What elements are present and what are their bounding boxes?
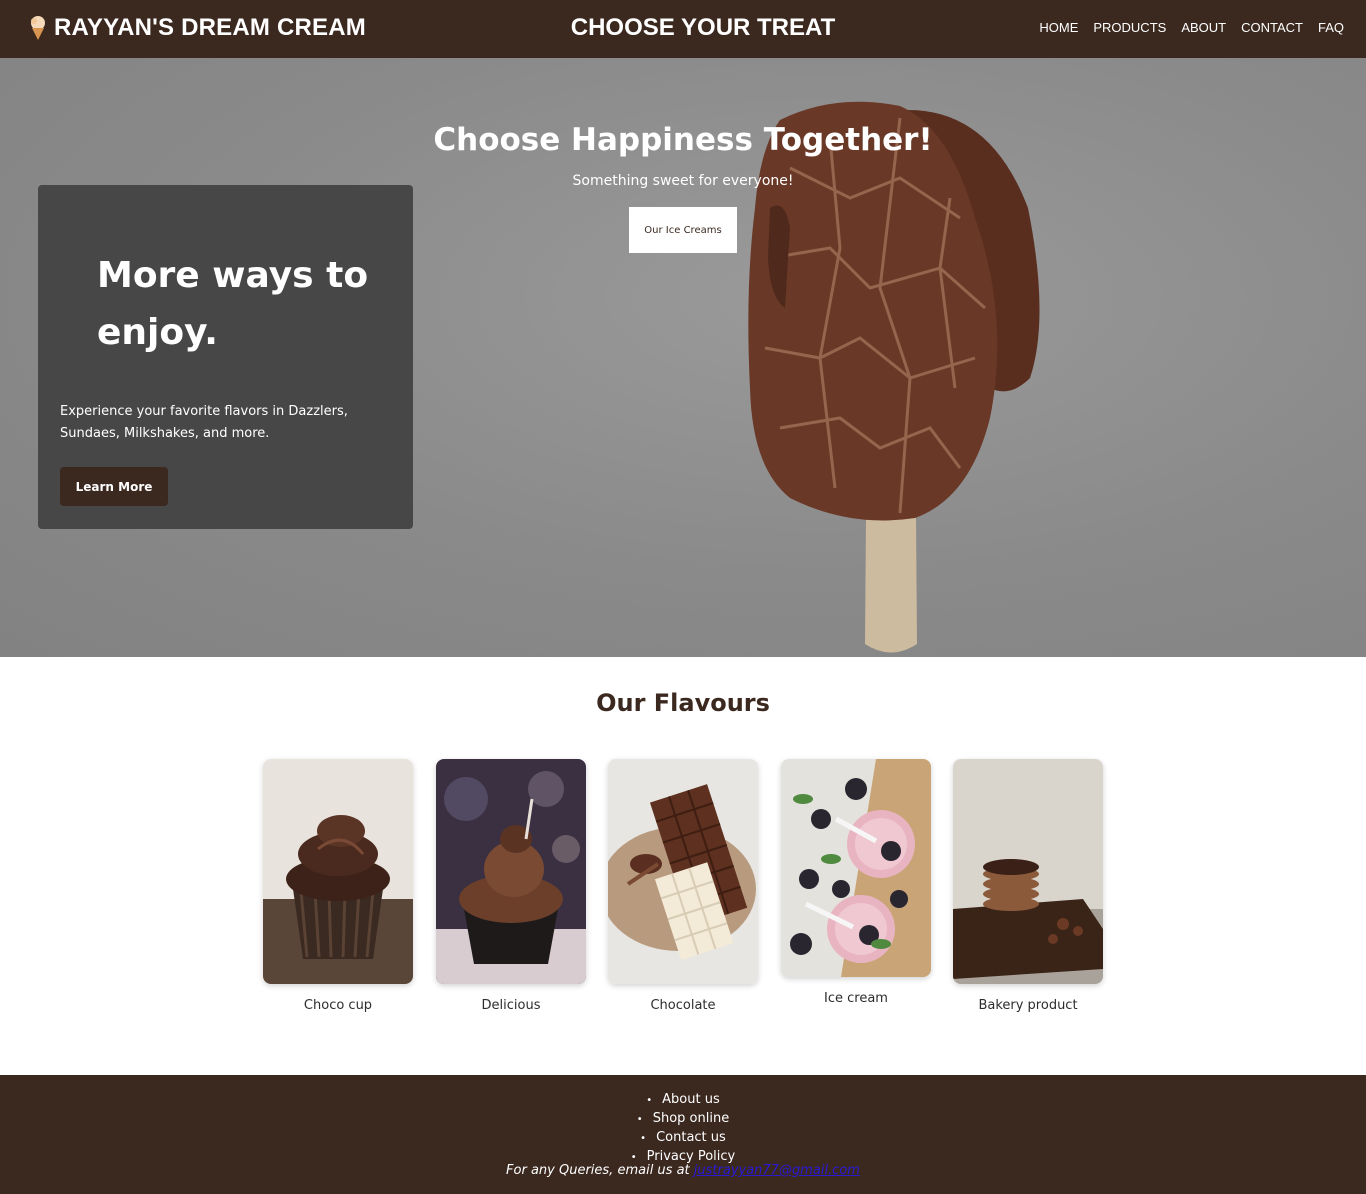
brand-name: RAYYAN'S DREAM CREAM <box>54 14 366 41</box>
flavour-card[interactable]: Bakery product <box>953 759 1103 1013</box>
nav-link-about[interactable]: ABOUT <box>1181 20 1226 35</box>
flavour-card[interactable]: Delicious <box>436 759 586 1013</box>
page-heading: CHOOSE YOUR TREAT <box>570 14 836 41</box>
footer-link-about[interactable]: About us <box>0 1091 1366 1110</box>
top-navbar: RAYYAN'S DREAM CREAM CHOOSE YOUR TREAT H… <box>0 0 1366 58</box>
nav-link-home[interactable]: HOME <box>1039 20 1078 35</box>
flavour-label: Chocolate <box>650 998 716 1013</box>
footer-link-shop[interactable]: Shop online <box>0 1110 1366 1129</box>
flavour-label: Ice cream <box>824 991 888 1006</box>
chocolate-cupcake-image <box>263 759 413 984</box>
query-text: For any Queries, email us at <box>506 1163 694 1178</box>
flavours-heading: Our Flavours <box>596 689 770 717</box>
flavour-label: Choco cup <box>303 998 373 1013</box>
learn-more-button[interactable]: Learn More <box>60 467 168 506</box>
brand[interactable]: RAYYAN'S DREAM CREAM <box>28 14 366 42</box>
flavour-card[interactable]: Ice cream <box>781 759 931 1006</box>
chocolate-bars-image <box>608 759 758 984</box>
email-link[interactable]: justrayyan77@gmail.com <box>694 1163 860 1178</box>
our-ice-creams-button[interactable]: Our Ice Creams <box>629 207 737 253</box>
hero-title: Choose Happiness Together! <box>433 122 933 158</box>
flavour-label: Bakery product <box>978 998 1078 1013</box>
chocolate-pancakes-image <box>953 759 1103 984</box>
footer: About us Shop online Contact us Privacy … <box>0 1075 1366 1194</box>
footer-links: About us Shop online Contact us Privacy … <box>0 1091 1366 1167</box>
nav-link-faq[interactable]: FAQ <box>1318 20 1344 35</box>
berry-smoothies-image <box>781 759 931 977</box>
nav-menu: HOME PRODUCTS ABOUT CONTACT FAQ <box>1039 20 1344 35</box>
footer-contact-line: For any Queries, email us at justrayyan7… <box>0 1163 1366 1178</box>
chocolate-dessert-cup-image <box>436 759 586 984</box>
ice-cream-cone-icon <box>28 15 48 41</box>
nav-link-contact[interactable]: CONTACT <box>1241 20 1303 35</box>
promo-text: Experience your favorite flavors in Dazz… <box>60 404 348 441</box>
nav-link-products[interactable]: PRODUCTS <box>1093 20 1166 35</box>
promo-card: More ways to enjoy. Experience your favo… <box>38 185 413 529</box>
footer-link-contact[interactable]: Contact us <box>0 1129 1366 1148</box>
promo-title: More ways to enjoy. <box>97 255 369 353</box>
flavour-label: Delicious <box>481 998 541 1013</box>
flavour-card[interactable]: Choco cup <box>263 759 413 1013</box>
hero-section: Choose Happiness Together! Something swe… <box>0 58 1366 657</box>
flavour-card[interactable]: Chocolate <box>608 759 758 1013</box>
